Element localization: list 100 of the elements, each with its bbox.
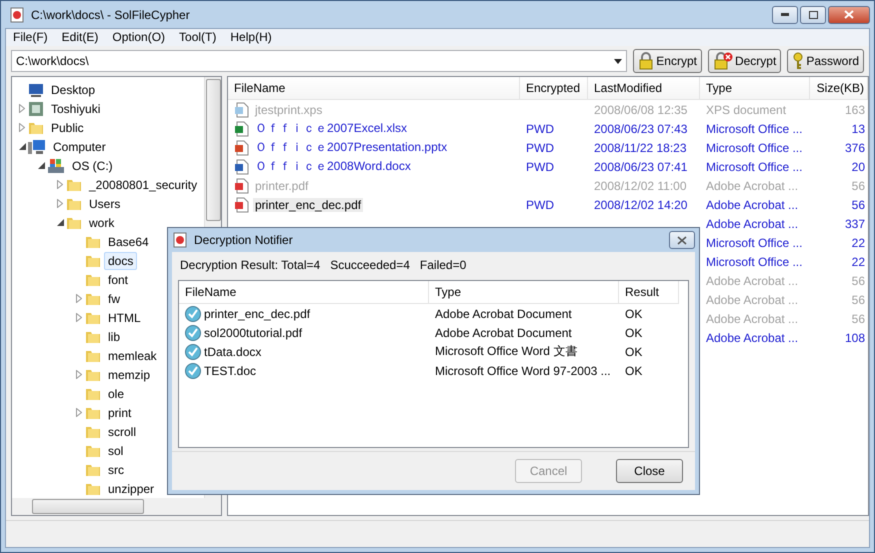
tree-item[interactable]: work (85, 214, 118, 232)
collapsed-arrow-icon[interactable] (57, 199, 63, 208)
collapsed-arrow-icon[interactable] (76, 294, 82, 303)
close-button[interactable]: Close (616, 459, 683, 483)
expanded-arrow-icon[interactable] (38, 162, 44, 169)
modified-date: 2008/06/23 07:41 (594, 160, 688, 174)
column-header[interactable]: FileName (228, 77, 520, 100)
encrypted-label: PWD (526, 140, 554, 154)
tree-item[interactable]: HTML (104, 308, 145, 326)
column-header[interactable]: LastModified (588, 77, 700, 100)
file-type: Adobe Acrobat Document (435, 326, 572, 340)
minimize-button[interactable] (772, 6, 798, 24)
file-size: 56 (852, 292, 865, 306)
tree-item[interactable]: lib (104, 328, 124, 346)
file-size: 56 (852, 178, 865, 192)
tree-item[interactable]: Computer (49, 138, 110, 156)
encrypted-label: PWD (526, 198, 554, 212)
file-type: Adobe Acrobat ... (706, 216, 798, 230)
dropdown-arrow-icon (614, 58, 622, 64)
collapsed-arrow-icon[interactable] (19, 104, 25, 113)
collapsed-arrow-icon[interactable] (57, 180, 63, 189)
file-name[interactable]: Ｏｆｆｉｃｅ2008Word.docx (253, 158, 413, 175)
menu-item[interactable]: Edit(E) (54, 29, 106, 46)
horizontal-scrollbar[interactable] (12, 498, 221, 515)
tree-item[interactable]: memleak (104, 346, 161, 364)
decrypt-button[interactable]: Decrypt (708, 49, 782, 73)
file-size: 20 (852, 160, 865, 174)
expanded-arrow-icon[interactable] (18, 143, 26, 150)
menu-item[interactable]: Help(H) (223, 29, 279, 46)
close-button[interactable] (669, 231, 695, 249)
padlock-error-icon (712, 52, 733, 70)
file-type: Adobe Acrobat ... (706, 178, 798, 192)
result-text: OK (625, 306, 642, 320)
encrypted-label: PWD (526, 160, 554, 174)
file-size: 56 (852, 312, 865, 326)
checkmark-icon (185, 362, 201, 378)
collapsed-arrow-icon[interactable] (76, 313, 82, 322)
encrypt-button[interactable]: Encrypt (633, 49, 702, 73)
pdf-file-icon (234, 178, 250, 194)
window-title: C:\work\docs\ - SolFileCypher (31, 8, 190, 22)
result-text: OK (625, 364, 642, 378)
tree-item[interactable]: src (104, 460, 128, 478)
app-icon (9, 6, 25, 22)
file-type: Adobe Acrobat ... (706, 198, 798, 212)
result-summary: Decryption Result: Total=4 Scucceeded=4 Failed=0 (179, 257, 468, 274)
checkmark-icon (185, 324, 201, 340)
tree-item[interactable]: font (104, 270, 132, 288)
close-button[interactable] (828, 6, 870, 24)
checkmark-icon (185, 344, 201, 360)
tree-item[interactable]: fw (104, 290, 124, 308)
menu-item[interactable]: Option(O) (105, 29, 172, 46)
column-header[interactable]: FileName (179, 281, 429, 304)
tree-item[interactable]: print (104, 404, 136, 422)
collapsed-arrow-icon[interactable] (76, 408, 82, 417)
menu-item[interactable]: File(F) (6, 29, 55, 46)
password-button[interactable]: Password (787, 49, 864, 73)
tree-item[interactable]: memzip (104, 366, 154, 384)
close-icon (677, 236, 687, 244)
tree-item[interactable]: Toshiyuki (47, 100, 104, 118)
file-size: 22 (852, 254, 865, 268)
collapsed-arrow-icon[interactable] (76, 370, 82, 379)
maximize-icon (808, 10, 818, 18)
file-size: 337 (844, 216, 865, 230)
file-type: Adobe Acrobat ... (706, 274, 798, 288)
file-size: 163 (844, 102, 865, 116)
tree-item[interactable]: Public (47, 118, 88, 136)
user-icon (28, 100, 44, 116)
tree-item[interactable]: Users (85, 194, 124, 212)
tree-item[interactable]: Desktop (47, 80, 100, 98)
modified-date: 2008/12/02 14:20 (594, 198, 688, 212)
tree-item[interactable]: OS (C:) (68, 156, 117, 174)
column-header[interactable]: Result (619, 281, 679, 304)
presentation-file-icon (234, 140, 250, 156)
tree-item[interactable]: ole (104, 384, 128, 402)
file-size: 22 (852, 236, 865, 250)
result-text: OK (625, 326, 642, 340)
tree-item[interactable]: Base64 (104, 232, 153, 250)
tree-item[interactable]: scroll (104, 422, 140, 440)
tree-item[interactable]: _20080801_security (85, 176, 202, 194)
tree-item[interactable]: docs (104, 252, 138, 270)
column-header[interactable]: Type (700, 77, 810, 100)
file-name[interactable]: printer_enc_dec.pdf (253, 198, 364, 212)
file-type: Microsoft Office ... (706, 236, 802, 250)
path-combobox[interactable]: C:\work\docs\ (11, 50, 628, 72)
column-header[interactable]: Size(KB) (810, 77, 868, 100)
file-size: 13 (852, 122, 865, 136)
pdf-file-icon (234, 196, 250, 212)
column-header[interactable]: Encrypted (520, 77, 588, 100)
file-name[interactable]: Ｏｆｆｉｃｅ2007Excel.xlsx (253, 120, 410, 137)
maximize-button[interactable] (800, 6, 826, 24)
tree-item[interactable]: sol (104, 442, 128, 460)
collapsed-arrow-icon[interactable] (19, 123, 25, 132)
tree-item[interactable]: unzipper (104, 480, 158, 498)
close-icon (844, 10, 854, 19)
file-name[interactable]: Ｏｆｆｉｃｅ2007Presentation.pptx (253, 139, 450, 156)
expanded-arrow-icon[interactable] (56, 219, 64, 226)
menu-item[interactable]: Tool(T) (172, 29, 224, 46)
column-header[interactable]: Type (429, 281, 619, 304)
padlock-icon (638, 52, 654, 70)
modified-date: 2008/12/02 11:00 (594, 178, 687, 192)
